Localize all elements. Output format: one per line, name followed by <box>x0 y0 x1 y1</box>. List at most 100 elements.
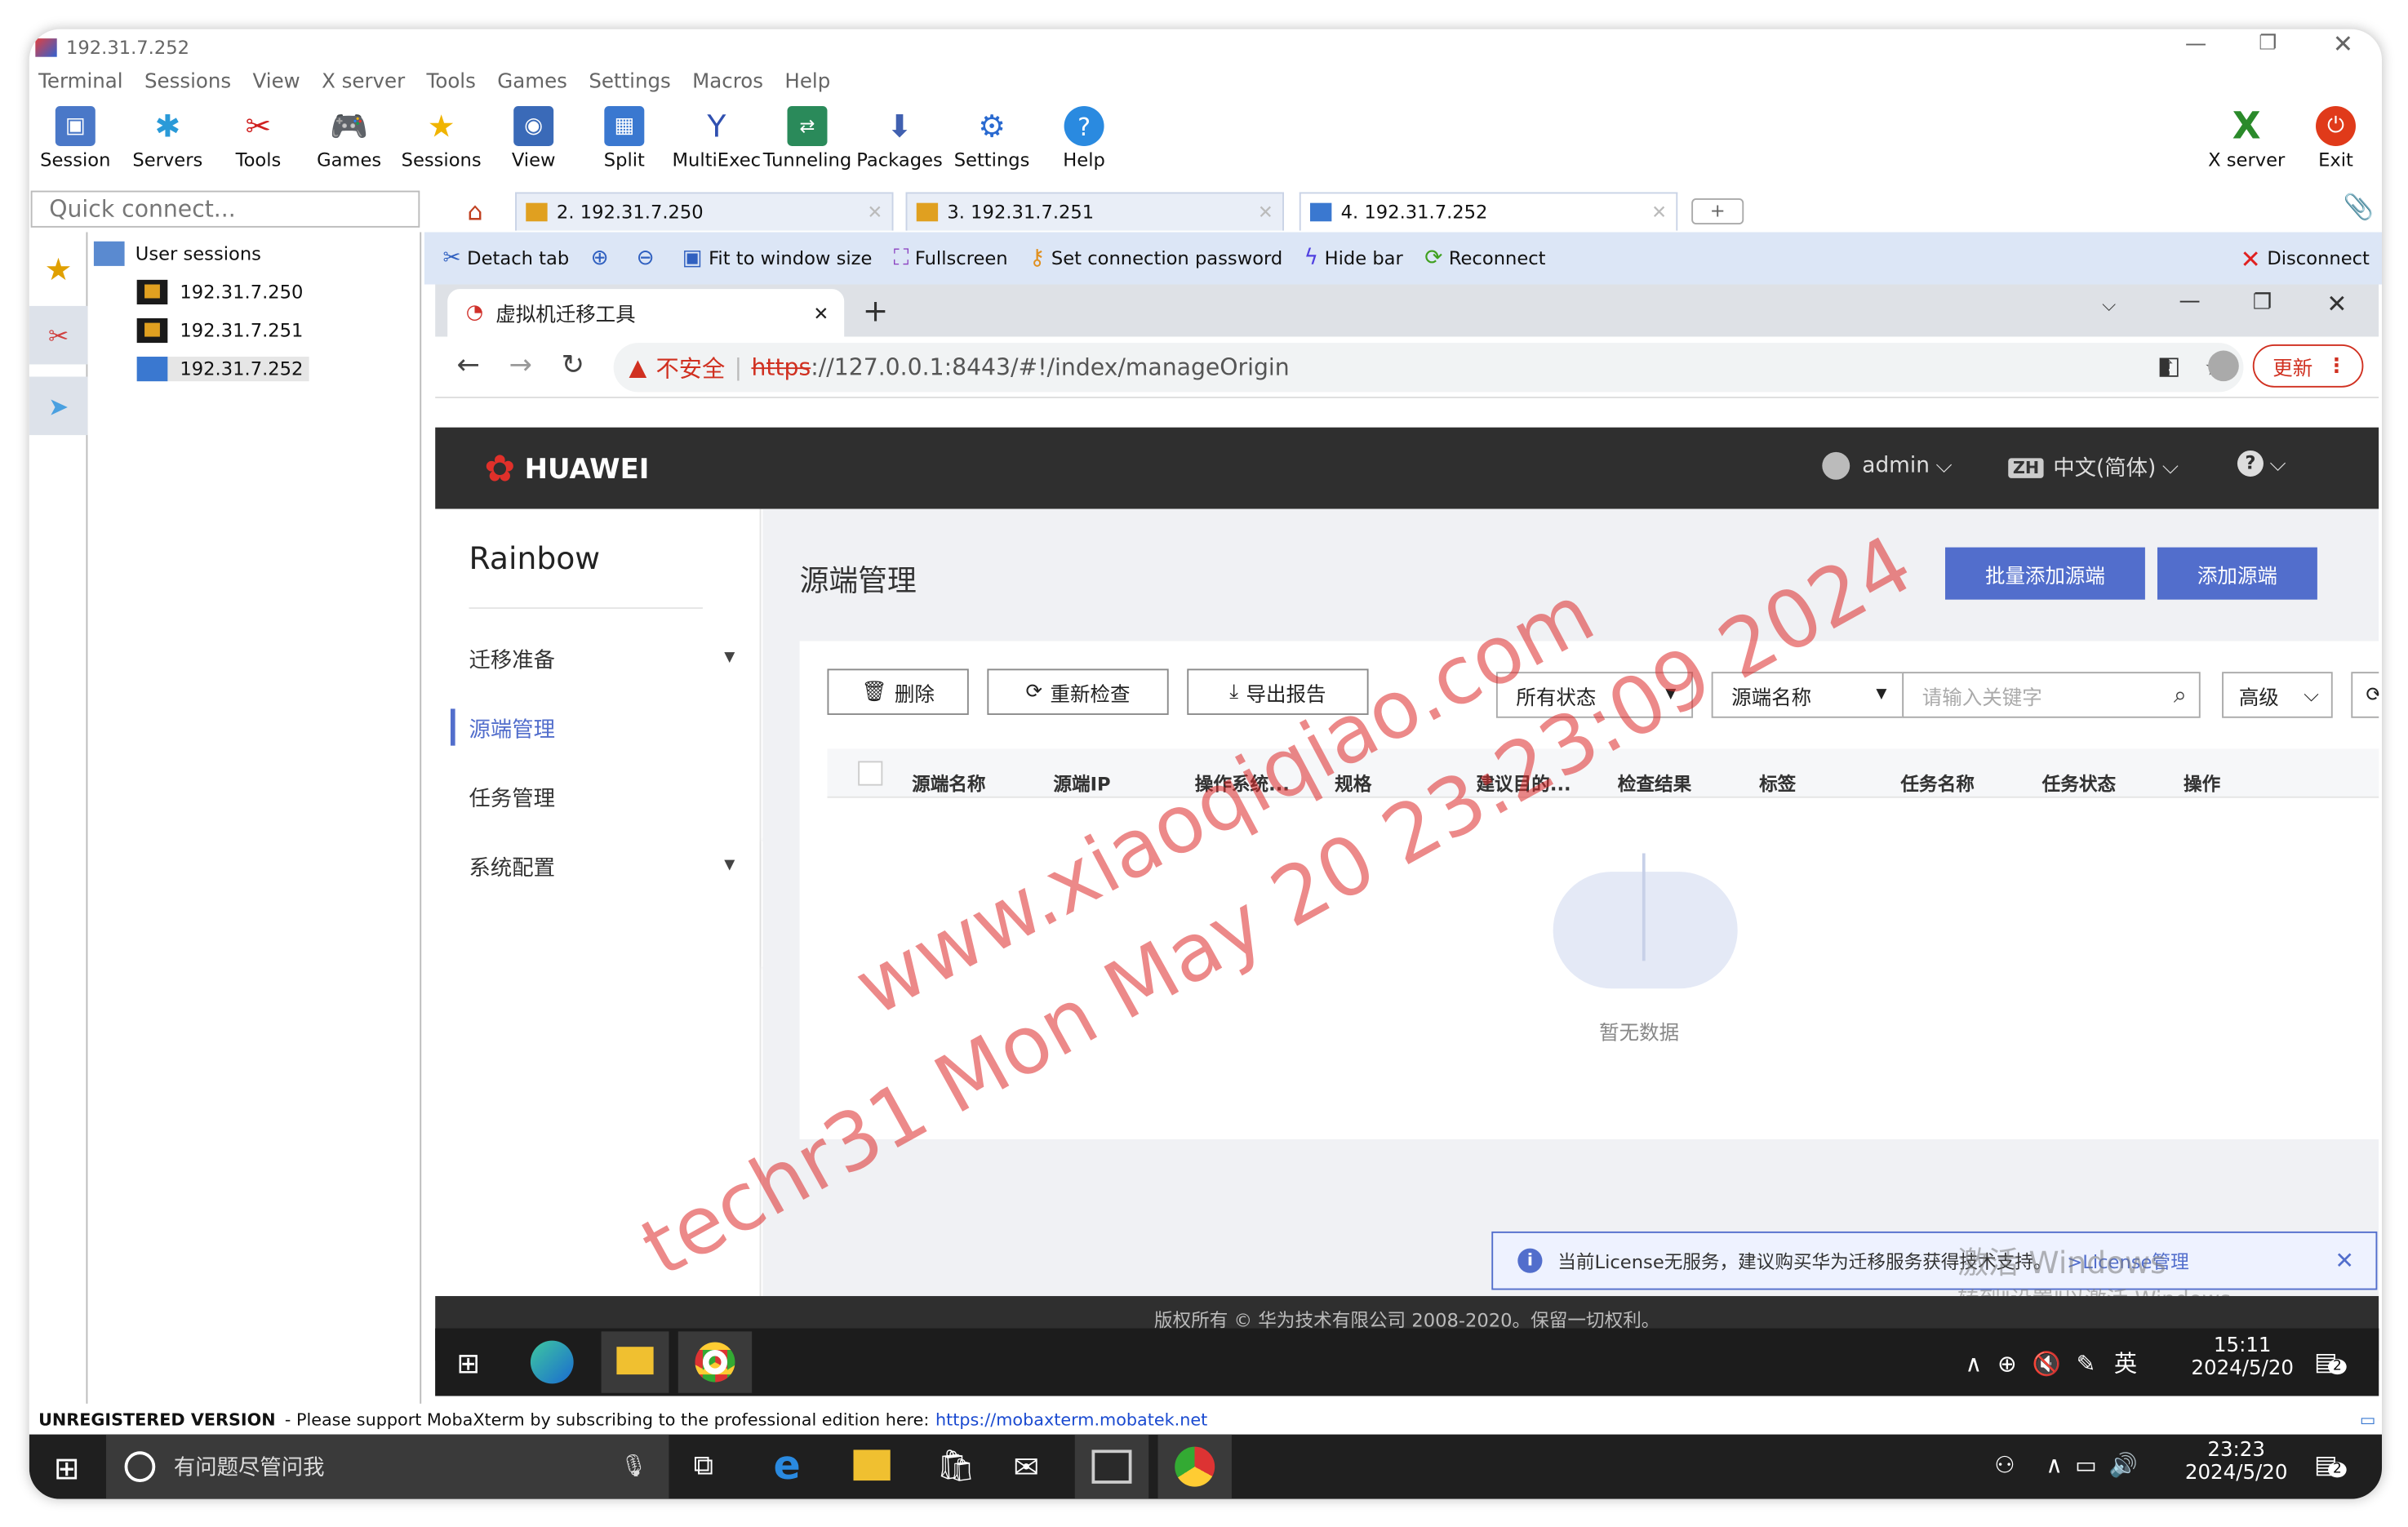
user-sessions-node[interactable]: User sessions <box>93 241 261 266</box>
search-icon[interactable]: ⌕ <box>2174 681 2187 709</box>
update-button[interactable]: 更新 ⋮ <box>2252 344 2364 388</box>
minimize-button[interactable]: — <box>2185 33 2206 57</box>
column-header[interactable]: 检查结果 <box>1618 770 1691 797</box>
nav-system-config[interactable]: 系统配置 <box>469 852 555 883</box>
tools-button[interactable]: ✂ Tools <box>212 103 304 183</box>
volume-muted-icon[interactable]: 🔇 <box>2033 1349 2061 1377</box>
close-icon[interactable]: ✕ <box>2335 1247 2354 1275</box>
taskbar-search-box[interactable]: 有问题尽管问我 🎙 <box>105 1434 669 1499</box>
tab-session-4[interactable]: 4. 192.31.7.252 ✕ <box>1299 192 1678 231</box>
xserver-button[interactable]: XX server <box>2201 103 2293 183</box>
browser-tab[interactable]: ◔ 虚拟机迁移工具 ✕ <box>447 289 845 337</box>
delete-button[interactable]: 🗑 删除 <box>827 668 969 715</box>
select-all-checkbox[interactable] <box>858 761 883 786</box>
notification-icon[interactable]: ▤2 <box>2314 1347 2347 1376</box>
menu-help[interactable]: Help <box>784 70 830 93</box>
tab-close-icon[interactable]: ✕ <box>813 302 829 323</box>
taskbar-item-chrome[interactable] <box>678 1331 753 1393</box>
file-explorer-icon[interactable] <box>853 1449 891 1481</box>
send-icon[interactable]: ➤ <box>29 376 88 436</box>
column-header[interactable]: 任务状态 <box>2042 770 2116 797</box>
close-button[interactable]: ✕ <box>2333 29 2353 59</box>
menu-settings[interactable]: Settings <box>589 70 670 93</box>
servers-button[interactable]: ✱ Servers <box>122 103 214 183</box>
microphone-icon[interactable]: 🎙 <box>620 1454 647 1479</box>
nav-task-management[interactable]: 任务管理 <box>469 783 555 814</box>
volume-icon[interactable]: 🔊 <box>2109 1451 2138 1479</box>
chevron-up-icon[interactable]: ∧ <box>1965 1349 1982 1377</box>
tab-close-icon[interactable]: ✕ <box>867 202 882 223</box>
tab-search-icon[interactable]: ⌵ <box>2102 294 2116 317</box>
split-button[interactable]: ▦ Split <box>578 103 670 183</box>
menu-view[interactable]: View <box>253 70 300 93</box>
packages-button[interactable]: ⬇ Packages <box>854 103 946 183</box>
view-button[interactable]: ◉ View <box>487 103 580 183</box>
windows-start-icon[interactable]: ⊞ <box>54 1449 80 1486</box>
people-icon[interactable]: ⚇ <box>1994 1451 2015 1479</box>
column-header[interactable]: 源端IP <box>1053 770 1110 797</box>
disconnect-button[interactable]: ✕ Disconnect <box>2241 244 2370 273</box>
network-icon[interactable]: ⊕ <box>1997 1349 2017 1377</box>
column-header[interactable]: 操作 <box>2184 770 2220 797</box>
language-menu[interactable]: ZH 中文(简体) ⌵ <box>2008 452 2179 483</box>
edge-legacy-icon[interactable]: e <box>774 1444 801 1490</box>
add-source-button[interactable]: 添加源端 <box>2157 547 2317 600</box>
sessions-button[interactable]: ★ Sessions <box>395 103 487 183</box>
settings-button[interactable]: ⚙ Settings <box>946 103 1038 183</box>
column-header[interactable]: 源端名称 <box>912 770 985 797</box>
new-tab-icon[interactable]: + <box>863 292 889 329</box>
session-item[interactable]: 192.31.7.251 <box>136 317 303 344</box>
store-icon[interactable]: 🛍 <box>936 1447 975 1484</box>
forward-icon[interactable]: → <box>509 349 532 382</box>
mail-icon[interactable]: ✉ <box>1013 1449 1039 1485</box>
help-button[interactable]: ? Help <box>1038 103 1131 183</box>
chevron-up-icon[interactable]: ∧ <box>2046 1451 2063 1479</box>
recheck-button[interactable]: ⟳ 重新检查 <box>987 668 1169 715</box>
network-icon[interactable]: ▭ <box>2075 1451 2097 1479</box>
edge-icon[interactable] <box>530 1340 574 1384</box>
reconnect-button[interactable]: ⟳ Reconnect <box>1424 246 1545 270</box>
browser-minimize-icon[interactable]: — <box>2179 289 2200 313</box>
keyword-search-input[interactable]: 请输入关键字 ⌕ <box>1902 672 2201 718</box>
session-item-selected[interactable]: 192.31.7.252 <box>136 357 309 382</box>
address-bar[interactable]: ▲ 不安全 | https ://127.0.0.1:8443/#!/index… <box>613 343 2244 393</box>
quick-connect-input[interactable]: Quick connect... <box>30 190 420 228</box>
hide-bar-button[interactable]: ϟ Hide bar <box>1304 246 1403 270</box>
back-icon[interactable]: ← <box>456 349 479 382</box>
tools-icon[interactable]: ✂ <box>29 305 88 365</box>
ime-indicator[interactable]: 英 <box>2114 1347 2137 1379</box>
notification-icon[interactable]: ▤2 <box>2314 1449 2347 1479</box>
column-header[interactable]: 标签 <box>1759 770 1796 797</box>
multiexec-button[interactable]: Y MultiExec <box>670 103 762 183</box>
side-panel-icon[interactable]: ◧ <box>2157 351 2180 380</box>
host-clock[interactable]: 23:23 2024/5/20 <box>2185 1439 2288 1485</box>
exit-button[interactable]: ⏻ Exit <box>2290 103 2382 183</box>
games-button[interactable]: 🎮 Games <box>303 103 395 183</box>
detach-tab-button[interactable]: ✂ Detach tab <box>443 246 570 270</box>
remote-clock[interactable]: 15:11 2024/5/20 <box>2191 1334 2294 1381</box>
task-view-icon[interactable]: ⧉ <box>694 1449 713 1482</box>
session-button[interactable]: ▣ Session <box>29 103 122 183</box>
profile-avatar-icon[interactable] <box>2208 350 2239 382</box>
tab-close-icon[interactable]: ✕ <box>1651 202 1667 223</box>
zoom-in-button[interactable]: ⊕ <box>591 246 615 270</box>
taskbar-item-mobaxterm[interactable] <box>1074 1434 1149 1499</box>
user-menu[interactable]: admin ⌵ <box>1822 451 1952 480</box>
session-item[interactable]: 192.31.7.250 <box>136 279 303 304</box>
nav-source-management[interactable]: 源端管理 <box>469 713 555 744</box>
help-menu[interactable]: ? ⌵ <box>2237 450 2286 477</box>
menu-xserver[interactable]: X server <box>322 70 405 93</box>
restore-button[interactable]: ❐ <box>2259 33 2277 55</box>
star-icon[interactable]: ★ <box>45 251 73 287</box>
fit-window-button[interactable]: ▣ Fit to window size <box>682 246 873 270</box>
menu-sessions[interactable]: Sessions <box>144 70 231 93</box>
menu-macros[interactable]: Macros <box>692 70 763 93</box>
refresh-list-button[interactable]: ⟳ <box>2351 672 2379 718</box>
column-header[interactable]: 任务名称 <box>1900 770 1974 797</box>
tab-session-2[interactable]: 2. 192.31.7.250 ✕ <box>515 192 894 231</box>
menu-terminal[interactable]: Terminal <box>38 70 123 93</box>
nav-migration-prep[interactable]: 迁移准备 <box>469 644 555 675</box>
mobaxterm-link[interactable]: https://mobaxterm.mobatek.net <box>935 1409 1207 1429</box>
menu-games[interactable]: Games <box>497 70 567 93</box>
new-tab-button[interactable]: + <box>1691 198 1744 225</box>
